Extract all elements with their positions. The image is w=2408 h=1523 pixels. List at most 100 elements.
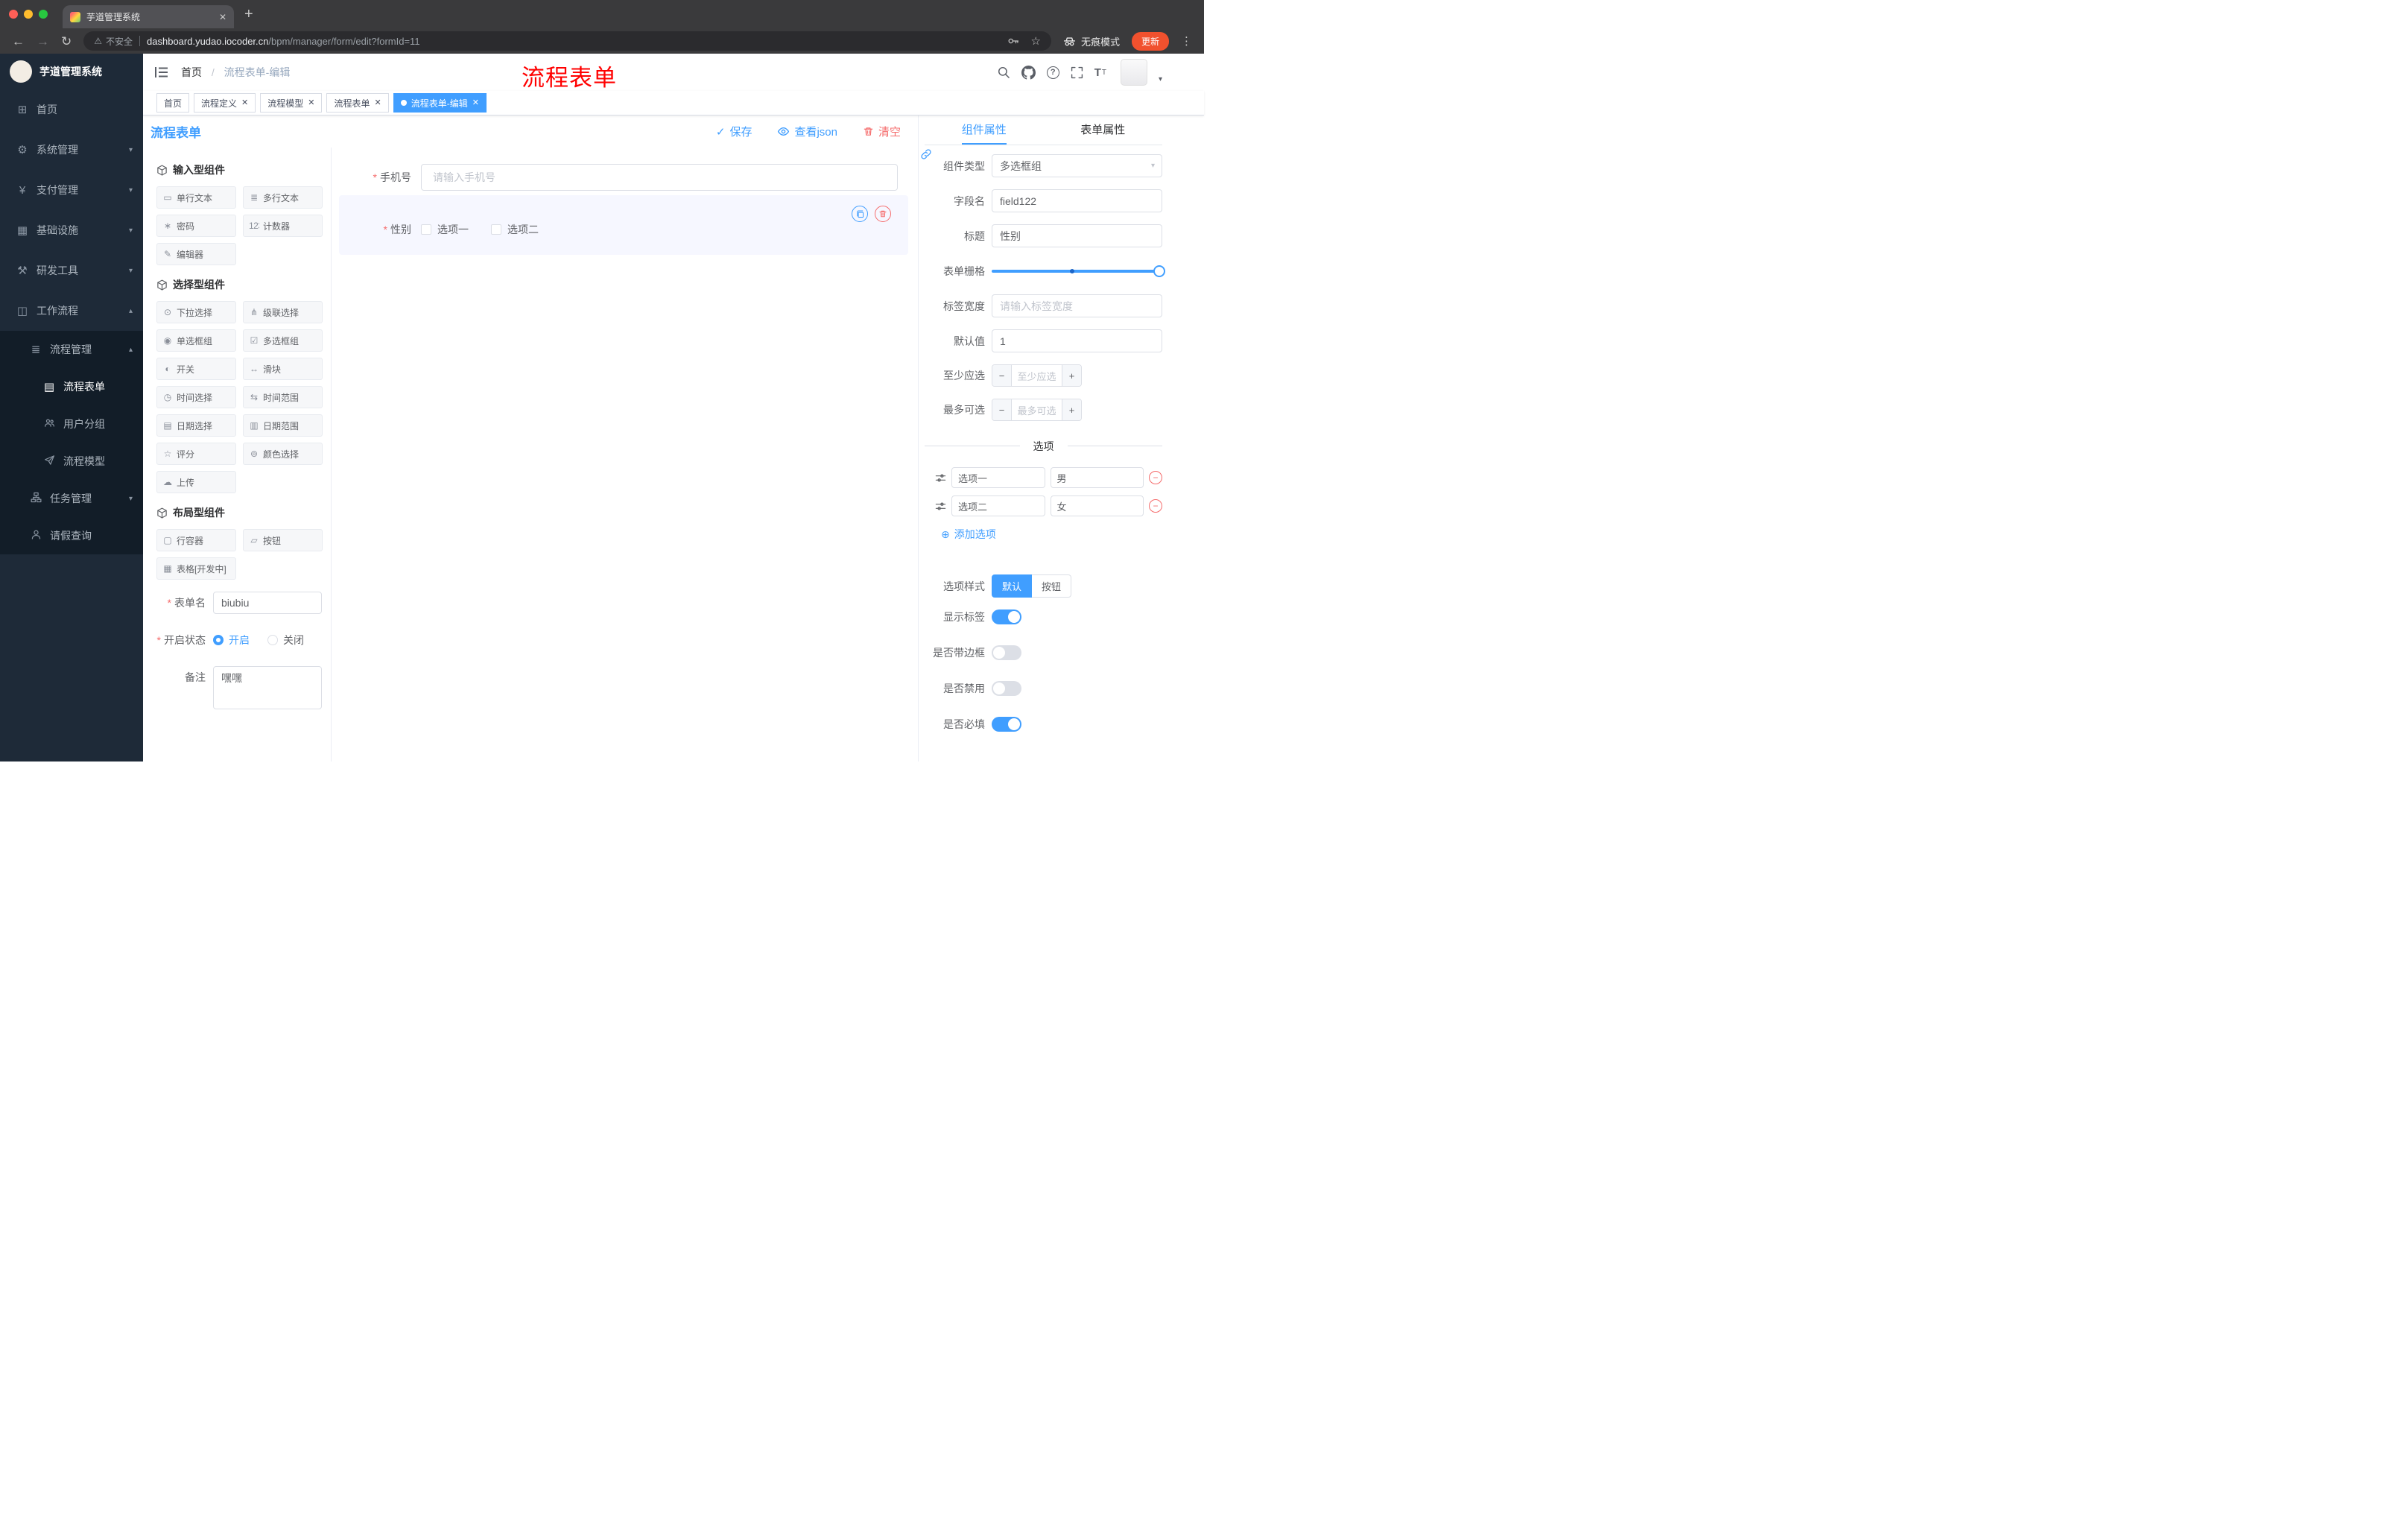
- chip-button[interactable]: ▱ 按钮: [243, 529, 323, 551]
- sidebar-item-process-model[interactable]: 流程模型: [0, 443, 143, 480]
- new-tab-button[interactable]: +: [244, 7, 253, 22]
- form-canvas[interactable]: 手机号 性别 选项一: [332, 148, 918, 762]
- field-name-input[interactable]: [992, 189, 1162, 212]
- minimize-window-button[interactable]: [24, 10, 33, 19]
- fullscreen-icon[interactable]: [1071, 66, 1083, 79]
- tab-component-properties[interactable]: 组件属性: [961, 115, 1007, 145]
- gender-field[interactable]: 性别 选项一 选项二: [339, 222, 908, 237]
- copy-component-icon[interactable]: [852, 206, 868, 222]
- label-width-input[interactable]: [992, 294, 1162, 317]
- clear-button[interactable]: 清空: [863, 124, 901, 139]
- chip-time-range[interactable]: ⇆ 时间范围: [243, 386, 323, 408]
- address-bar[interactable]: ⚠ 不安全 dashboard.yudao.iocoder.cn/bpm/man…: [83, 31, 1051, 51]
- sidebar-item-task-management[interactable]: 任务管理 ▾: [0, 480, 143, 517]
- chip-cascader[interactable]: ⋔ 级联选择: [243, 301, 323, 323]
- style-default-button[interactable]: 默认: [992, 574, 1033, 598]
- remove-option-icon[interactable]: −: [1149, 499, 1162, 513]
- tag-process-form[interactable]: 流程表单 ✕: [326, 93, 389, 113]
- chip-select[interactable]: ⊙ 下拉选择: [156, 301, 236, 323]
- remark-textarea[interactable]: 嘿嘿: [213, 666, 322, 709]
- security-warning[interactable]: ⚠ 不安全: [94, 35, 133, 48]
- browser-menu-icon[interactable]: ⋮: [1181, 34, 1192, 48]
- breadcrumb-home[interactable]: 首页: [181, 66, 202, 78]
- component-type-select[interactable]: 多选框组 ▾: [992, 154, 1162, 177]
- chip-rate[interactable]: ☆ 评分: [156, 443, 236, 465]
- chip-upload[interactable]: ☁ 上传: [156, 471, 236, 493]
- tag-close-icon[interactable]: ✕: [308, 98, 314, 107]
- chip-switch[interactable]: ◐ 开关: [156, 358, 236, 380]
- zoom-window-button[interactable]: [39, 10, 48, 19]
- hamburger-icon[interactable]: [155, 67, 168, 77]
- option2-name-input[interactable]: [951, 495, 1045, 516]
- tag-process-model[interactable]: 流程模型 ✕: [260, 93, 323, 113]
- search-icon[interactable]: [997, 66, 1010, 79]
- chip-counter[interactable]: 123 计数器: [243, 215, 323, 237]
- drag-handle-icon[interactable]: [935, 472, 946, 484]
- title-input[interactable]: [992, 224, 1162, 247]
- max-select-stepper[interactable]: − 最多可选 +: [992, 399, 1082, 421]
- option1-name-input[interactable]: [951, 467, 1045, 488]
- style-button-button[interactable]: 按钮: [1032, 574, 1072, 598]
- tag-process-definition[interactable]: 流程定义 ✕: [194, 93, 256, 113]
- slider-handle[interactable]: [1153, 265, 1165, 277]
- tag-close-icon[interactable]: ✕: [375, 98, 381, 107]
- chip-checkbox-group[interactable]: ☑ 多选框组: [243, 329, 323, 352]
- chip-password[interactable]: ∗ 密码: [156, 215, 236, 237]
- tag-home[interactable]: 首页: [156, 93, 190, 113]
- browser-tab[interactable]: 芋道管理系统 ✕: [63, 5, 234, 28]
- tab-close-icon[interactable]: ✕: [219, 12, 226, 22]
- form-name-input[interactable]: [213, 592, 322, 614]
- github-icon[interactable]: [1021, 65, 1036, 80]
- gender-option2-checkbox[interactable]: 选项二: [491, 222, 539, 237]
- increase-icon[interactable]: +: [1062, 399, 1081, 420]
- sidebar-item-process-management[interactable]: ≣ 流程管理 ▴: [0, 331, 143, 368]
- default-value-input[interactable]: [992, 329, 1162, 352]
- min-select-value[interactable]: 至少应选: [1012, 365, 1062, 386]
- forward-icon[interactable]: →: [37, 35, 49, 48]
- help-icon[interactable]: ?: [1046, 66, 1059, 79]
- chip-slider[interactable]: ↔ 滑块: [243, 358, 323, 380]
- save-button[interactable]: ✓ 保存: [716, 124, 752, 139]
- form-grid-slider[interactable]: [992, 259, 1165, 282]
- sidebar-item-leave-query[interactable]: 请假查询: [0, 517, 143, 554]
- key-icon[interactable]: [1007, 35, 1019, 47]
- font-size-icon[interactable]: TT: [1094, 66, 1106, 79]
- tag-close-icon[interactable]: ✕: [241, 98, 248, 107]
- phone-input[interactable]: [421, 164, 898, 191]
- chip-color-picker[interactable]: ⊚ 颜色选择: [243, 443, 323, 465]
- sidebar-logo[interactable]: 芋道管理系统: [0, 54, 143, 89]
- phone-field[interactable]: 手机号: [339, 164, 898, 191]
- border-toggle[interactable]: [992, 645, 1021, 660]
- chip-date-range[interactable]: ▥ 日期范围: [243, 414, 323, 437]
- status-off-radio[interactable]: 关闭: [267, 633, 304, 647]
- chip-table[interactable]: ▦ 表格[开发中]: [156, 557, 236, 580]
- option2-value-input[interactable]: [1050, 495, 1144, 516]
- sidebar-item-system-management[interactable]: ⚙ 系统管理 ▾: [0, 130, 143, 170]
- min-select-stepper[interactable]: − 至少应选 +: [992, 364, 1082, 387]
- show-label-toggle[interactable]: [992, 609, 1021, 624]
- tab-form-properties[interactable]: 表单属性: [1080, 115, 1125, 145]
- remove-option-icon[interactable]: −: [1149, 471, 1162, 484]
- required-toggle[interactable]: [992, 717, 1021, 732]
- sidebar-item-dev-tools[interactable]: ⚒ 研发工具 ▾: [0, 250, 143, 291]
- avatar[interactable]: [1120, 59, 1147, 86]
- bookmark-star-icon[interactable]: ☆: [1031, 34, 1041, 48]
- sidebar-item-payment-management[interactable]: ¥ 支付管理 ▾: [0, 170, 143, 210]
- chip-multi-line-text[interactable]: ≣ 多行文本: [243, 186, 323, 209]
- chip-time-picker[interactable]: ◷ 时间选择: [156, 386, 236, 408]
- decrease-icon[interactable]: −: [992, 399, 1012, 420]
- view-json-button[interactable]: 查看json: [777, 124, 837, 139]
- option1-value-input[interactable]: [1050, 467, 1144, 488]
- sidebar-item-home[interactable]: ⊞ 首页: [0, 89, 143, 130]
- sidebar-item-user-group[interactable]: 用户分组: [0, 405, 143, 443]
- add-option-button[interactable]: ⊕ 添加选项: [941, 527, 1162, 542]
- chip-single-line-text[interactable]: ▭ 单行文本: [156, 186, 236, 209]
- chip-row-container[interactable]: ▢ 行容器: [156, 529, 236, 551]
- gender-option1-checkbox[interactable]: 选项一: [421, 222, 469, 237]
- link-icon[interactable]: [920, 148, 932, 160]
- status-on-radio[interactable]: 开启: [213, 633, 250, 647]
- decrease-icon[interactable]: −: [992, 365, 1012, 386]
- tag-process-form-edit[interactable]: 流程表单-编辑 ✕: [393, 93, 487, 113]
- chip-radio-group[interactable]: ◉ 单选框组: [156, 329, 236, 352]
- reload-icon[interactable]: ↻: [61, 35, 72, 48]
